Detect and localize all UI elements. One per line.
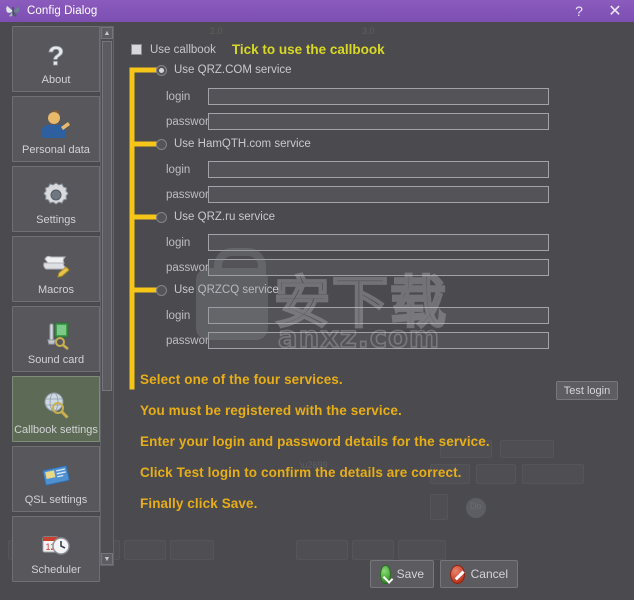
field-row-login-qrz-com: login bbox=[122, 88, 549, 105]
radio-qrz-ru[interactable] bbox=[156, 211, 167, 223]
microphone-icon bbox=[39, 319, 73, 351]
sidebar-item-label: Macros bbox=[37, 284, 75, 296]
sidebar-item-qsl-settings[interactable]: QSL settings bbox=[12, 446, 100, 512]
sidebar-item-label: Callbook settings bbox=[14, 424, 98, 436]
service-radio-row-hamqth[interactable]: Use HamQTH.com service bbox=[156, 138, 311, 150]
field-row-password-qrzcq: password bbox=[122, 332, 549, 349]
sidebar-item-about[interactable]: ? About bbox=[12, 26, 100, 92]
save-button-label: Save bbox=[396, 567, 424, 581]
person-icon bbox=[39, 109, 73, 141]
sidebar: ? About Personal data Settings Macros So… bbox=[6, 26, 114, 582]
globe-search-icon bbox=[39, 389, 73, 421]
service-radio-row-qrz-com[interactable]: Use QRZ.COM service bbox=[156, 64, 292, 76]
service-label: Use QRZ.COM service bbox=[174, 64, 292, 76]
scroll-pencil-icon bbox=[39, 249, 73, 281]
scroll-up-arrow-icon[interactable]: ▲ bbox=[101, 27, 113, 39]
service-label: Use QRZCQ service bbox=[174, 284, 279, 296]
svg-text:?: ? bbox=[48, 41, 65, 71]
qsl-card-icon bbox=[39, 459, 73, 491]
scroll-down-arrow-icon[interactable]: ▼ bbox=[101, 553, 113, 565]
calendar-clock-icon: 12 bbox=[39, 529, 73, 561]
login-label: login bbox=[166, 90, 191, 103]
field-row-login-hamqth: login bbox=[122, 161, 549, 178]
radio-qrz-com[interactable] bbox=[156, 64, 167, 76]
save-button[interactable]: Save bbox=[370, 560, 434, 588]
instruction-line-1: Select one of the four services. bbox=[140, 372, 343, 387]
cancel-button-label: Cancel bbox=[470, 567, 508, 581]
scrollbar-thumb[interactable] bbox=[102, 41, 112, 391]
sidebar-item-settings[interactable]: Settings bbox=[12, 166, 100, 232]
test-login-button[interactable]: Test login bbox=[556, 381, 618, 400]
password-label: password bbox=[166, 115, 216, 128]
password-label: password bbox=[166, 188, 216, 201]
login-label: login bbox=[166, 236, 191, 249]
login-label: login bbox=[166, 309, 191, 322]
title-bar: Config Dialog ? ✕ bbox=[0, 0, 634, 22]
use-callbook-checkbox[interactable] bbox=[131, 44, 142, 55]
sidebar-item-sound-card[interactable]: Sound card bbox=[12, 306, 100, 372]
password-input-qrz-com[interactable] bbox=[208, 113, 549, 130]
login-input-qrz-ru[interactable] bbox=[208, 234, 549, 251]
login-input-qrz-com[interactable] bbox=[208, 88, 549, 105]
tick-annotation-text: Tick to use the callbook bbox=[231, 42, 385, 57]
question-mark-icon: ? bbox=[39, 39, 73, 72]
field-row-password-qrz-com: password bbox=[122, 113, 549, 130]
dialog-body: ? About Personal data Settings Macros So… bbox=[0, 22, 634, 600]
close-button[interactable]: ✕ bbox=[596, 0, 634, 22]
field-row-login-qrz-ru: login bbox=[122, 234, 549, 251]
cancel-button[interactable]: Cancel bbox=[440, 560, 518, 588]
sidebar-item-label: Sound card bbox=[27, 354, 85, 366]
service-label: Use HamQTH.com service bbox=[174, 138, 311, 150]
instruction-line-2: You must be registered with the service. bbox=[140, 403, 402, 418]
sidebar-item-label: QSL settings bbox=[24, 494, 88, 506]
field-row-password-hamqth: password bbox=[122, 186, 549, 203]
sidebar-item-personal-data[interactable]: Personal data bbox=[12, 96, 100, 162]
help-button[interactable]: ? bbox=[562, 0, 596, 22]
password-input-hamqth[interactable] bbox=[208, 186, 549, 203]
service-radio-row-qrz-ru[interactable]: Use QRZ.ru service bbox=[156, 211, 275, 223]
instruction-line-4: Click Test login to confirm the details … bbox=[140, 465, 462, 480]
password-input-qrzcq[interactable] bbox=[208, 332, 549, 349]
login-input-hamqth[interactable] bbox=[208, 161, 549, 178]
sidebar-item-callbook-settings[interactable]: Callbook settings bbox=[12, 376, 100, 442]
window-title: Config Dialog bbox=[27, 5, 98, 17]
field-row-password-qrz-ru: password bbox=[122, 259, 549, 276]
login-input-qrzcq[interactable] bbox=[208, 307, 549, 324]
password-input-qrz-ru[interactable] bbox=[208, 259, 549, 276]
gear-icon bbox=[39, 179, 73, 211]
sidebar-item-label: Settings bbox=[36, 214, 76, 226]
instruction-line-5: Finally click Save. bbox=[140, 496, 258, 511]
service-label: Use QRZ.ru service bbox=[174, 211, 275, 223]
sidebar-item-label: Personal data bbox=[22, 144, 90, 156]
login-label: login bbox=[166, 163, 191, 176]
check-circle-icon bbox=[380, 564, 391, 584]
sidebar-item-scheduler[interactable]: 12 Scheduler bbox=[12, 516, 100, 582]
callbook-settings-panel: Use callbook Tick to use the callbook Us… bbox=[122, 22, 634, 600]
config-dialog-window: 1.0 2.0 3.0 Do \u2699 Config Di bbox=[0, 0, 634, 600]
use-callbook-row: Use callbook Tick to use the callbook bbox=[131, 42, 385, 57]
prohibition-circle-icon bbox=[450, 564, 465, 584]
sidebar-item-macros[interactable]: Macros bbox=[12, 236, 100, 302]
field-row-login-qrzcq: login bbox=[122, 307, 549, 324]
radio-hamqth[interactable] bbox=[156, 138, 167, 150]
password-label: password bbox=[166, 261, 216, 274]
sidebar-item-label: Scheduler bbox=[31, 564, 81, 576]
sidebar-item-label: About bbox=[41, 74, 71, 86]
use-callbook-label: Use callbook bbox=[150, 43, 216, 56]
sidebar-scrollbar[interactable]: ▲ ▼ bbox=[100, 26, 114, 566]
instruction-line-3: Enter your login and password details fo… bbox=[140, 434, 490, 449]
password-label: password bbox=[166, 334, 216, 347]
service-radio-row-qrzcq[interactable]: Use QRZCQ service bbox=[156, 284, 279, 296]
radio-qrzcq[interactable] bbox=[156, 284, 167, 296]
butterfly-icon bbox=[5, 3, 21, 19]
